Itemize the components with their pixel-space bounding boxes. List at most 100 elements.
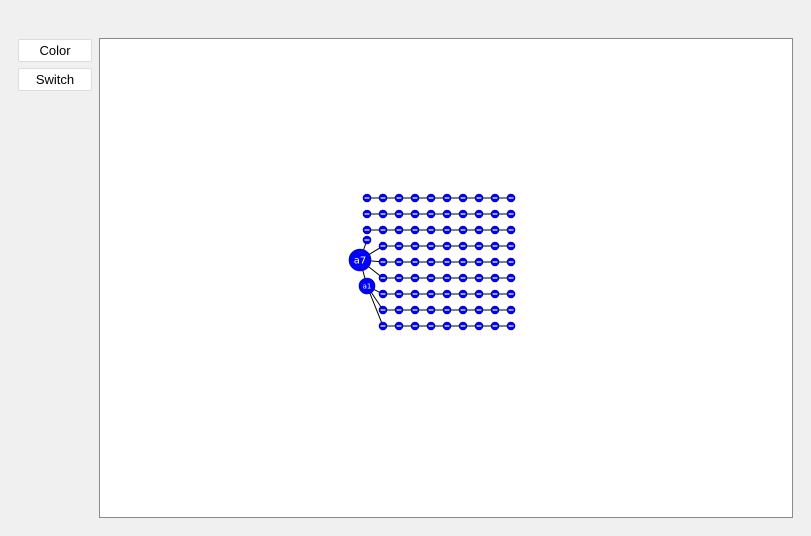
node-r5-c8[interactable] [490, 273, 500, 283]
node-r6-c7[interactable] [474, 289, 484, 299]
node-r6-c5[interactable] [442, 289, 452, 299]
node-r2-c9[interactable] [506, 225, 516, 235]
node-r1-c9[interactable] [506, 209, 516, 219]
node-r3-c4-mark [428, 245, 434, 247]
node-r6-c9[interactable] [506, 289, 516, 299]
node-r5-c6-mark [460, 277, 466, 279]
node-r8-c8[interactable] [490, 321, 500, 331]
node-r3-c4[interactable] [426, 241, 436, 251]
node-r4-c5[interactable] [442, 257, 452, 267]
node-r2-c2[interactable] [394, 225, 404, 235]
node-a7[interactable]: a7 [348, 248, 372, 272]
node-r3-c2[interactable] [394, 241, 404, 251]
node-r4-c9[interactable] [506, 257, 516, 267]
node-r1-c0[interactable] [362, 209, 372, 219]
node-r3-c5[interactable] [442, 241, 452, 251]
node-r8-c4-mark [428, 325, 434, 327]
node-r1-c6[interactable] [458, 209, 468, 219]
node-r1-c8[interactable] [490, 209, 500, 219]
node-r8-c9[interactable] [506, 321, 516, 331]
node-r1-c2[interactable] [394, 209, 404, 219]
node-r5-c3[interactable] [410, 273, 420, 283]
node-r4-c2[interactable] [394, 257, 404, 267]
node-r3-c7[interactable] [474, 241, 484, 251]
node-r3-c9[interactable] [506, 241, 516, 251]
node-r2-c1[interactable] [378, 225, 388, 235]
node-r4-c6[interactable] [458, 257, 468, 267]
node-r6-c3[interactable] [410, 289, 420, 299]
node-r3-c1[interactable] [378, 241, 388, 251]
node-r0-c0[interactable] [362, 193, 372, 203]
node-r5-c1[interactable] [378, 273, 388, 283]
node-r1-c1[interactable] [378, 209, 388, 219]
node-small-extra[interactable] [362, 235, 372, 245]
node-r8-c5[interactable] [442, 321, 452, 331]
node-r5-c5[interactable] [442, 273, 452, 283]
node-r5-c4[interactable] [426, 273, 436, 283]
node-r7-c7[interactable] [474, 305, 484, 315]
node-small-extra-mark [364, 239, 370, 241]
node-r0-c5[interactable] [442, 193, 452, 203]
node-r7-c1[interactable] [378, 305, 388, 315]
node-r7-c4[interactable] [426, 305, 436, 315]
node-r0-c9[interactable] [506, 193, 516, 203]
node-r2-c3[interactable] [410, 225, 420, 235]
node-r0-c6[interactable] [458, 193, 468, 203]
node-r0-c2[interactable] [394, 193, 404, 203]
node-r7-c2[interactable] [394, 305, 404, 315]
node-r8-c7[interactable] [474, 321, 484, 331]
node-r0-c7[interactable] [474, 193, 484, 203]
node-r4-c3[interactable] [410, 257, 420, 267]
node-r3-c6[interactable] [458, 241, 468, 251]
node-r5-c1-mark [380, 277, 386, 279]
node-r1-c5[interactable] [442, 209, 452, 219]
node-r0-c1[interactable] [378, 193, 388, 203]
node-r5-c2[interactable] [394, 273, 404, 283]
node-r6-c4[interactable] [426, 289, 436, 299]
node-r6-c2[interactable] [394, 289, 404, 299]
node-r7-c3[interactable] [410, 305, 420, 315]
node-r5-c6[interactable] [458, 273, 468, 283]
node-r8-c2[interactable] [394, 321, 404, 331]
node-a1-label: a1 [363, 282, 372, 290]
node-r2-c8[interactable] [490, 225, 500, 235]
node-r8-c5-mark [444, 325, 450, 327]
node-r6-c6[interactable] [458, 289, 468, 299]
node-r4-c8[interactable] [490, 257, 500, 267]
node-r4-c1[interactable] [378, 257, 388, 267]
node-r8-c6[interactable] [458, 321, 468, 331]
graph-canvas[interactable]: a7 a1 [99, 38, 793, 518]
node-r2-c8-mark [492, 229, 498, 231]
node-r1-c4[interactable] [426, 209, 436, 219]
node-r0-c4[interactable] [426, 193, 436, 203]
node-r1-c7-mark [476, 213, 482, 215]
node-r0-c8[interactable] [490, 193, 500, 203]
node-r2-c7[interactable] [474, 225, 484, 235]
node-r5-c7[interactable] [474, 273, 484, 283]
node-r3-c3[interactable] [410, 241, 420, 251]
node-r0-c3[interactable] [410, 193, 420, 203]
node-r7-c9[interactable] [506, 305, 516, 315]
node-r8-c1[interactable] [378, 321, 388, 331]
switch-button[interactable]: Switch [18, 68, 92, 91]
node-r1-c3[interactable] [410, 209, 420, 219]
node-a1[interactable]: a1 [358, 277, 376, 295]
node-r7-c5[interactable] [442, 305, 452, 315]
node-r6-c8[interactable] [490, 289, 500, 299]
node-r2-c6[interactable] [458, 225, 468, 235]
node-r3-c8[interactable] [490, 241, 500, 251]
node-r2-c4[interactable] [426, 225, 436, 235]
node-r7-c8[interactable] [490, 305, 500, 315]
node-r8-c3[interactable] [410, 321, 420, 331]
color-button[interactable]: Color [18, 39, 92, 62]
node-r4-c7[interactable] [474, 257, 484, 267]
node-r4-c4[interactable] [426, 257, 436, 267]
node-r2-c5[interactable] [442, 225, 452, 235]
node-r6-c1[interactable] [378, 289, 388, 299]
node-r7-c6[interactable] [458, 305, 468, 315]
node-r2-c0[interactable] [362, 225, 372, 235]
node-r1-c7[interactable] [474, 209, 484, 219]
node-r4-c8-mark [492, 261, 498, 263]
node-r5-c9[interactable] [506, 273, 516, 283]
node-r8-c4[interactable] [426, 321, 436, 331]
